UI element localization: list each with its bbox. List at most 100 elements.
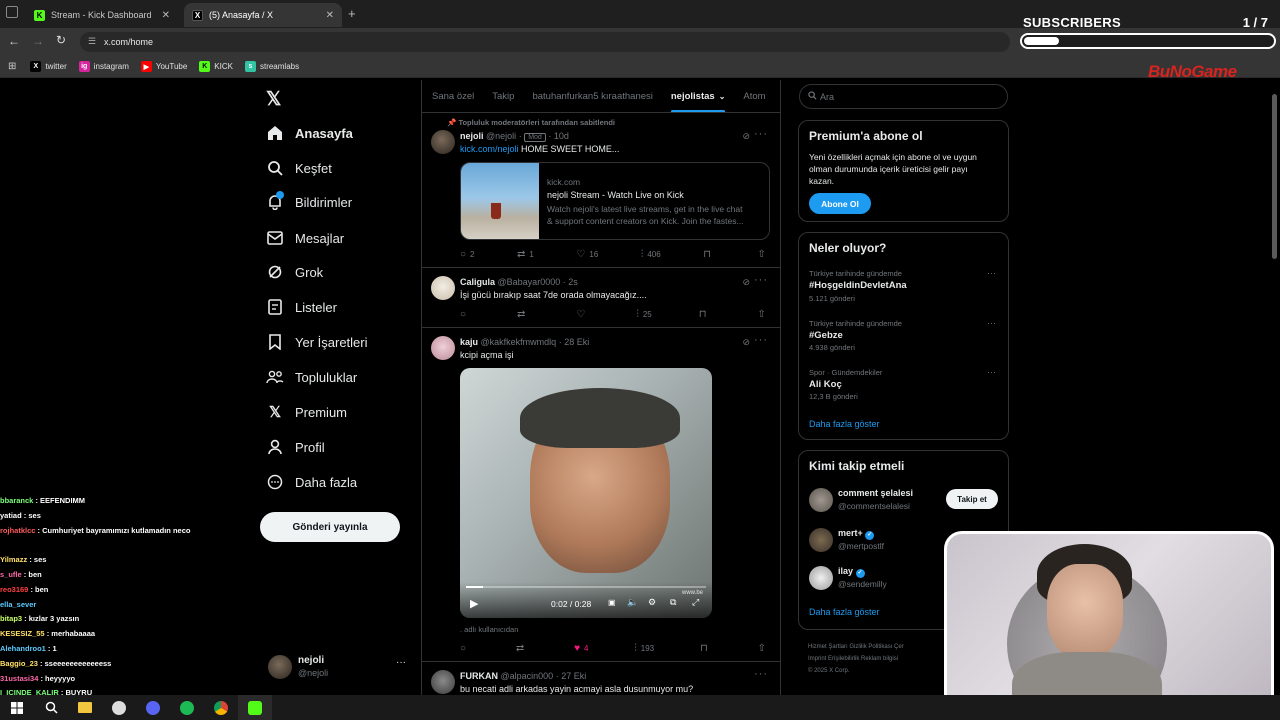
- chat-username[interactable]: Yilmazz: [0, 555, 27, 564]
- grok-icon[interactable]: ⊘: [742, 337, 750, 348]
- tweet-time[interactable]: 28 Eki: [564, 337, 589, 347]
- reply-button[interactable]: ○ 2: [460, 249, 475, 260]
- footer-link[interactable]: Hizmet Şartları: [808, 644, 848, 650]
- bookmark-instagram[interactable]: ig instagram: [78, 61, 129, 72]
- nav-lists[interactable]: Listeler: [266, 292, 337, 322]
- show-more-link[interactable]: Daha fazla göster: [809, 607, 880, 617]
- video-player[interactable]: ▶ 0:02 / 0:28 ▣ 🔈 ⚙ ⧉ ⤢ www.be: [460, 368, 712, 618]
- nav-bookmarks[interactable]: Yer İşaretleri: [266, 327, 368, 357]
- avatar[interactable]: [431, 336, 455, 360]
- tab-x-home[interactable]: X (5) Anasayfa / X ✕: [184, 3, 342, 27]
- avatar[interactable]: [431, 130, 455, 154]
- grok-icon[interactable]: ⊘: [742, 131, 750, 142]
- obs-icon[interactable]: [102, 695, 136, 720]
- follow-suggestion[interactable]: comment şelalesi @commentselalesi Takip …: [799, 485, 1008, 517]
- file-explorer-icon[interactable]: [68, 695, 102, 720]
- nav-premium[interactable]: 𝕏 Premium: [266, 397, 347, 427]
- chat-username[interactable]: bbaranck: [0, 496, 33, 505]
- bookmark-youtube[interactable]: ▶ YouTube: [140, 61, 187, 72]
- author-name[interactable]: FURKAN: [460, 671, 498, 681]
- nav-messages[interactable]: Mesajlar: [266, 223, 344, 253]
- bookmark-button[interactable]: ⊓: [700, 643, 712, 654]
- avatar[interactable]: [431, 276, 455, 300]
- footer-link[interactable]: Erişilebilirlik: [828, 656, 859, 662]
- tweet[interactable]: kaju @kakfkekfmwmdlq · 28 Eki ⊘ ··· kcip…: [422, 328, 780, 662]
- bookmark-twitter[interactable]: Xtwitter: [30, 61, 67, 72]
- tab-kick-dashboard[interactable]: K Stream - Kick Dashboard ✕: [26, 3, 178, 27]
- trend-item[interactable]: Türkiye tarihinde gündemde #HoşgeldinDev…: [799, 265, 1008, 313]
- tweet[interactable]: FURKAN @alpacin000 · 27 Eki ··· bu necat…: [422, 662, 780, 695]
- footer-link[interactable]: Gizlilik Politikası: [849, 644, 892, 650]
- new-tab-icon[interactable]: +: [348, 6, 356, 21]
- reply-button[interactable]: ○: [460, 309, 470, 320]
- like-button[interactable]: ♡ 16: [576, 249, 598, 260]
- kick-app-icon[interactable]: [238, 695, 272, 720]
- chat-username[interactable]: yatiad: [0, 511, 22, 520]
- author-name[interactable]: kaju: [460, 337, 478, 347]
- nav-profile[interactable]: Profil: [266, 432, 325, 462]
- site-info-icon[interactable]: ☰: [88, 36, 96, 47]
- link-card[interactable]: kick.com nejoli Stream - Watch Live on K…: [460, 162, 770, 240]
- nav-grok[interactable]: Grok: [266, 257, 323, 287]
- grok-icon[interactable]: ⊘: [742, 277, 750, 288]
- more-icon[interactable]: ···: [754, 668, 768, 680]
- forward-icon[interactable]: →: [32, 34, 44, 48]
- tweet-time[interactable]: 27 Eki: [561, 671, 586, 681]
- repost-button[interactable]: ⇄ 1: [517, 249, 534, 260]
- fullscreen-icon[interactable]: ⤢: [692, 597, 699, 608]
- bookmark-button[interactable]: ⊓: [703, 249, 715, 260]
- more-icon[interactable]: ···: [987, 367, 996, 377]
- nav-notifications[interactable]: Bildirimler: [266, 187, 352, 217]
- chrome-icon[interactable]: [204, 695, 238, 720]
- bookmark-streamlabs[interactable]: s streamlabs: [244, 61, 299, 72]
- footer-link[interactable]: Çer: [894, 644, 904, 650]
- chat-username[interactable]: bitap3: [0, 614, 22, 623]
- play-icon[interactable]: ▶: [470, 597, 478, 610]
- author-name[interactable]: Caligula: [460, 277, 495, 287]
- footer-link[interactable]: Imprint: [808, 656, 826, 662]
- gear-icon[interactable]: ⚙: [648, 597, 656, 608]
- more-icon[interactable]: ···: [754, 334, 768, 346]
- chat-username[interactable]: 31ustasi34: [0, 674, 38, 683]
- more-icon[interactable]: ···: [754, 274, 768, 286]
- footer-link[interactable]: Reklam bilgisi: [861, 656, 898, 662]
- url-bar[interactable]: ☰ x.com/home: [80, 32, 1010, 52]
- repost-button[interactable]: ⇄: [517, 309, 529, 320]
- share-button[interactable]: ⇧: [758, 309, 770, 320]
- like-button[interactable]: ♡: [576, 309, 589, 320]
- search-icon[interactable]: [34, 695, 68, 720]
- spotify-icon[interactable]: [170, 695, 204, 720]
- nav-communities[interactable]: Topluluklar: [266, 362, 357, 392]
- reload-icon[interactable]: ↻: [56, 33, 66, 47]
- pip-icon[interactable]: ⧉: [670, 597, 676, 608]
- chat-username[interactable]: KESESIZ_55: [0, 629, 45, 638]
- tab-for-you[interactable]: Sana özel: [432, 80, 474, 112]
- captions-icon[interactable]: ▣: [608, 598, 616, 607]
- like-button[interactable]: ♥ 4: [574, 643, 588, 654]
- chat-username[interactable]: Alehandroo1: [0, 644, 46, 653]
- back-icon[interactable]: ←: [8, 34, 20, 48]
- x-logo-icon[interactable]: 𝕏: [266, 88, 286, 110]
- discord-icon[interactable]: [136, 695, 170, 720]
- more-icon[interactable]: ···: [987, 268, 996, 278]
- tab-list-nejolistas[interactable]: nejolistas ⌄: [670, 80, 725, 112]
- bookmark-button[interactable]: ⊓: [699, 309, 711, 320]
- tab-list-kiraathanesi[interactable]: batuhanfurkan5 kıraathanesi: [532, 80, 652, 112]
- more-icon[interactable]: ···: [754, 128, 768, 140]
- tweet[interactable]: 📌 Topluluk moderatörleri tarafından sabi…: [422, 114, 780, 268]
- tweet[interactable]: Caligula @Babayar0000 · 2s ⊘ ··· İşi güc…: [422, 268, 780, 328]
- bookmark-kick[interactable]: K KICK: [199, 61, 233, 72]
- show-more-link[interactable]: Daha fazla göster: [809, 419, 880, 429]
- share-button[interactable]: ⇧: [758, 249, 770, 260]
- chat-username[interactable]: s_ufle: [0, 570, 22, 579]
- trend-item[interactable]: Türkiye tarihinde gündemde #Gebze 4.938 …: [799, 315, 1008, 363]
- close-icon[interactable]: ✕: [162, 10, 170, 21]
- tab-atom[interactable]: Atom: [743, 80, 765, 112]
- nav-home[interactable]: Anasayfa: [266, 118, 353, 148]
- tweet-link[interactable]: kick.com/nejoli: [460, 144, 519, 154]
- windows-start-icon[interactable]: [0, 695, 34, 720]
- tweet-time[interactable]: 10d: [554, 131, 569, 141]
- more-icon[interactable]: ···: [987, 318, 996, 328]
- author-name[interactable]: nejoli: [460, 131, 484, 141]
- chat-username[interactable]: rojhatklcc: [0, 526, 35, 535]
